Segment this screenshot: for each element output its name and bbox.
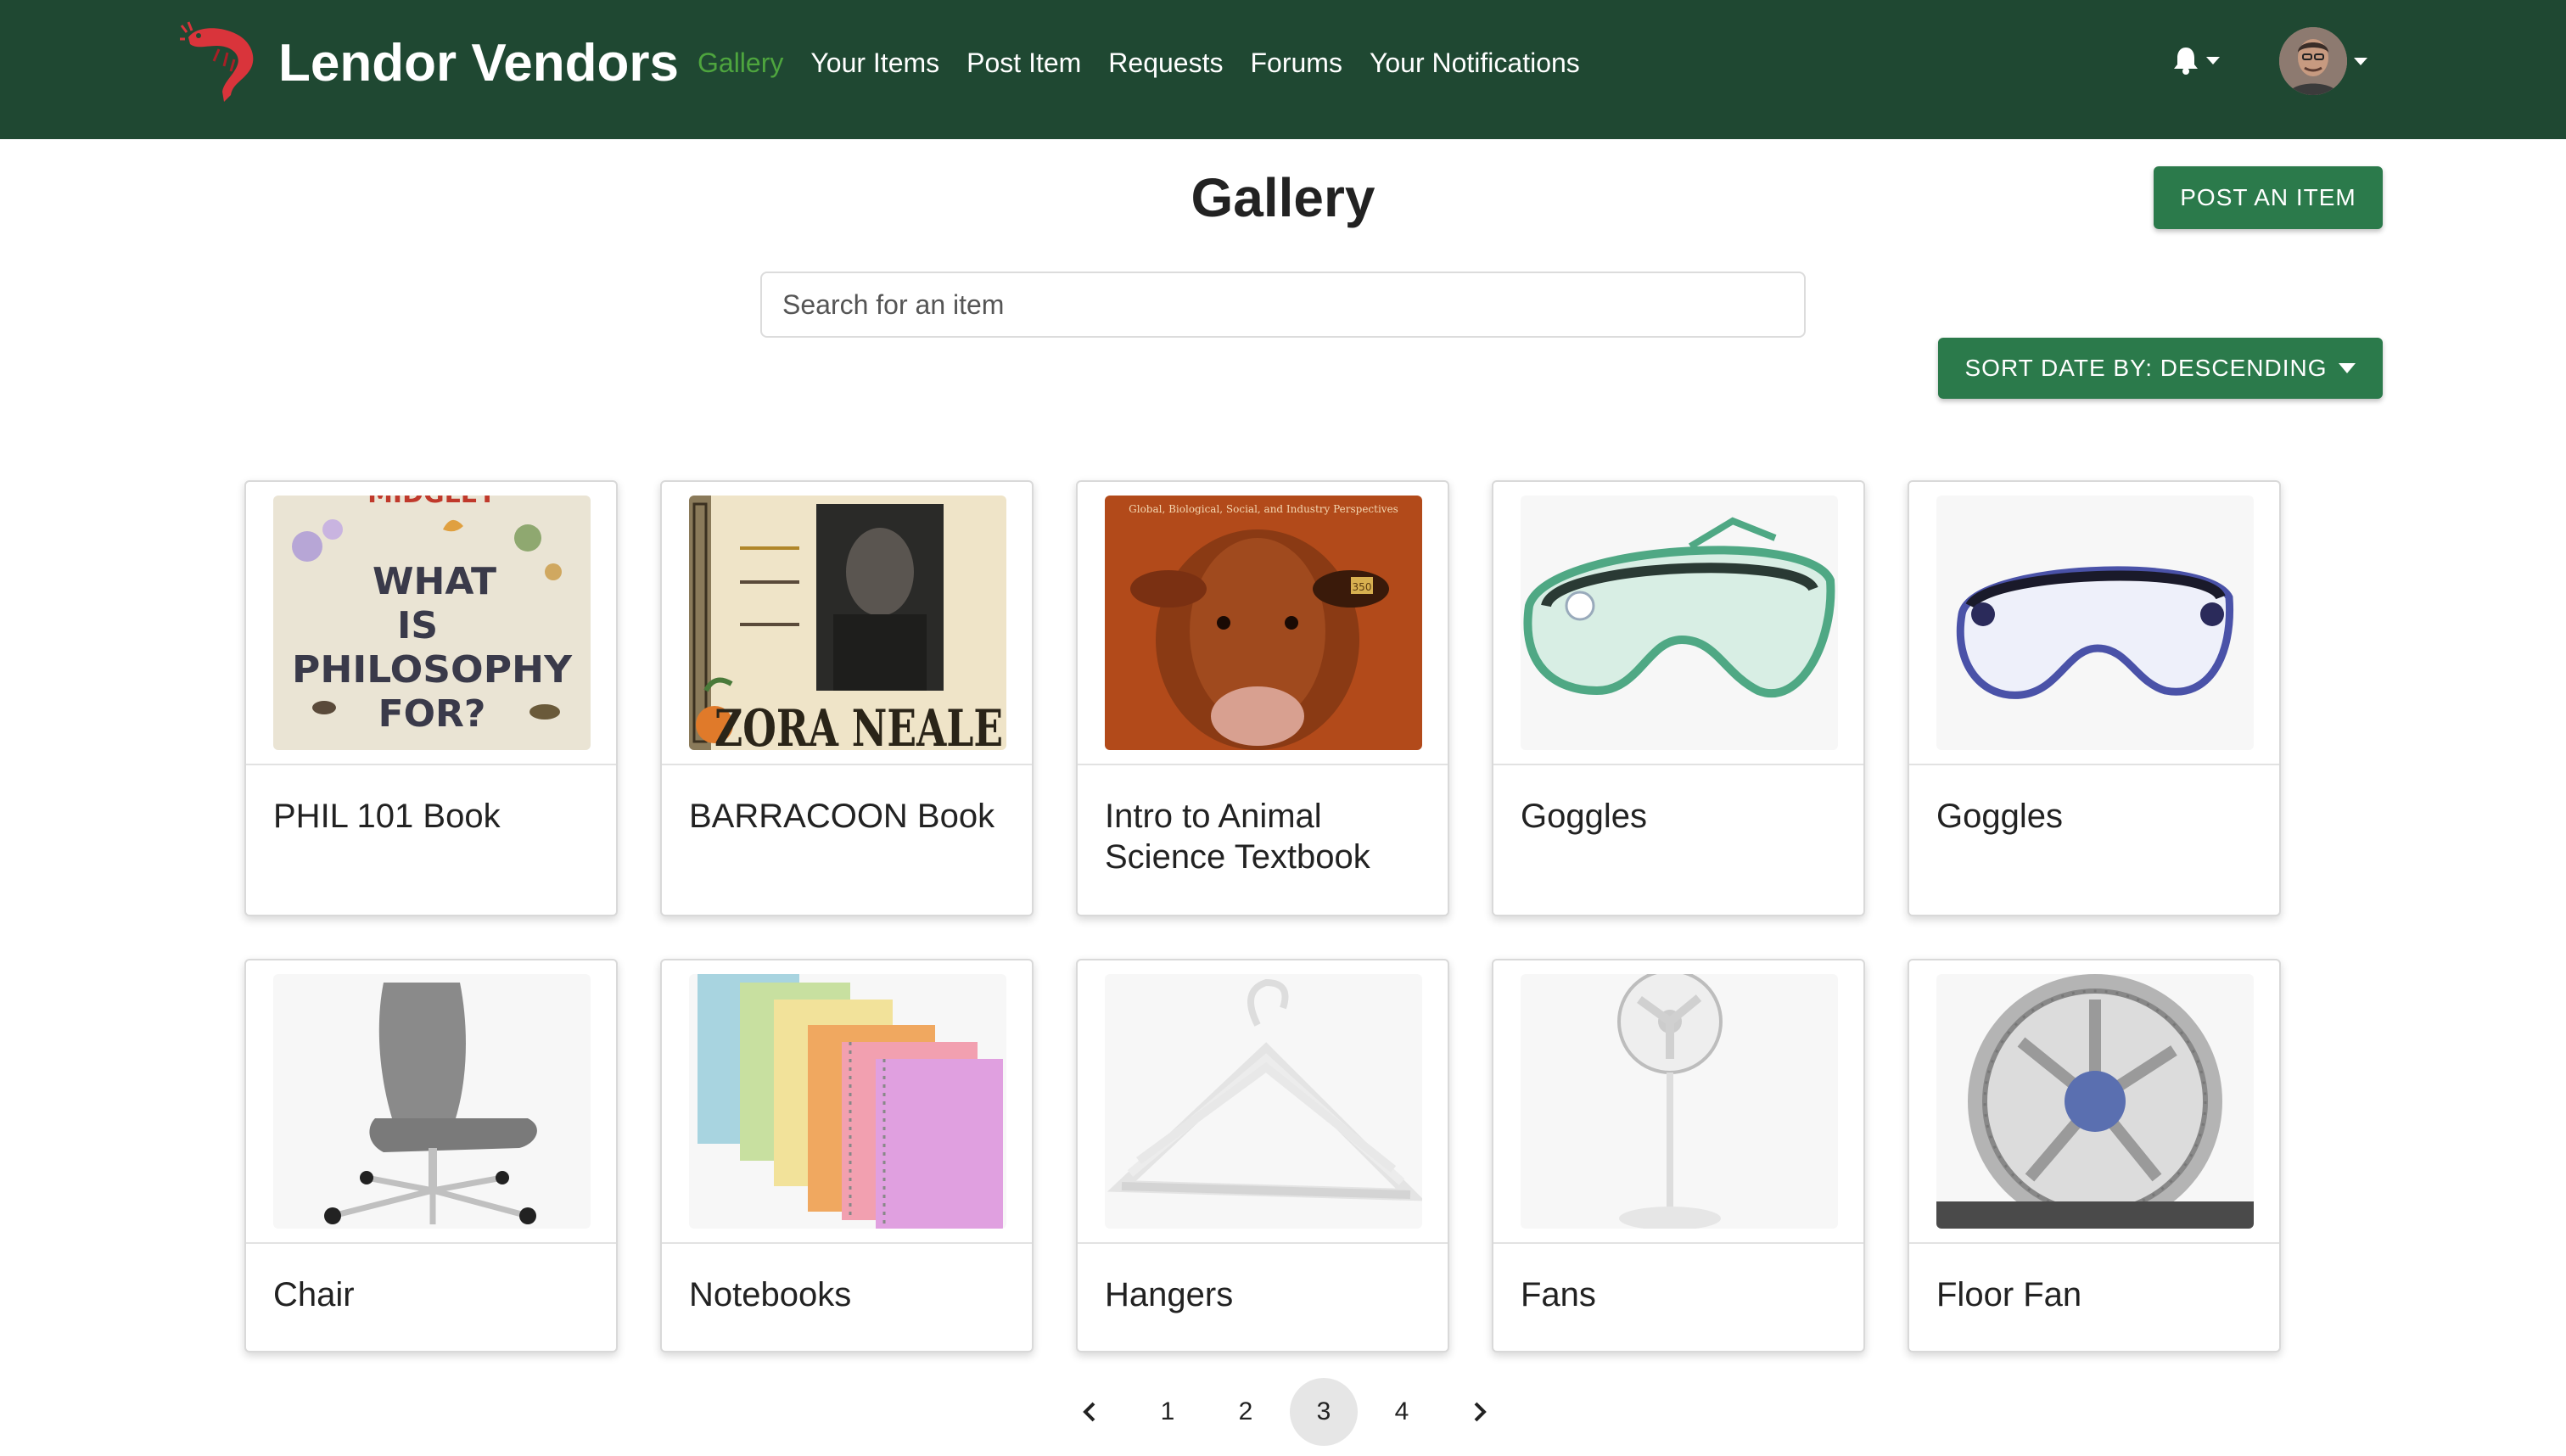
chevron-down-icon	[2206, 56, 2220, 64]
item-card[interactable]: MIDGLEY WHAT IS PHILOSOPHY FOR? PHIL 101…	[244, 480, 618, 916]
avatar	[2279, 27, 2347, 95]
book-cover-image: MIDGLEY WHAT IS PHILOSOPHY FOR?	[273, 496, 591, 750]
goggles-image	[1936, 496, 2254, 750]
nav-link-requests[interactable]: Requests	[1108, 44, 1223, 81]
notebooks-image	[689, 974, 1006, 1229]
item-card[interactable]: Goggles	[1908, 480, 2281, 916]
textbook-cover-image: Global, Biological, Social, and Industry…	[1105, 496, 1422, 750]
caret-down-icon	[2339, 363, 2356, 373]
page-3-button[interactable]: 3	[1290, 1378, 1358, 1446]
brand[interactable]: Lendor Vendors	[180, 20, 679, 105]
user-menu[interactable]	[2279, 27, 2367, 95]
brand-name: Lendor Vendors	[278, 33, 679, 92]
card-divider	[1493, 1242, 1863, 1244]
item-card[interactable]: Hangers	[1076, 959, 1449, 1352]
bell-icon	[2174, 48, 2198, 75]
svg-text:MIDGLEY: MIDGLEY	[367, 496, 497, 509]
chevron-down-icon	[2354, 57, 2367, 65]
notifications-dropdown[interactable]	[2172, 46, 2220, 75]
page-4-button[interactable]: 4	[1368, 1378, 1436, 1446]
item-title: Floor Fan	[1936, 1276, 2082, 1313]
navbar: Lendor Vendors Gallery Your Items Post I…	[0, 0, 2566, 139]
card-divider	[1909, 1242, 2279, 1244]
nav-links: Gallery Your Items Post Item Requests Fo…	[698, 44, 1607, 81]
item-title: Goggles	[1936, 798, 2063, 835]
item-card[interactable]: Floor Fan	[1908, 959, 2281, 1352]
chevron-right-icon	[1474, 1402, 1487, 1422]
goggles-image	[1521, 496, 1838, 750]
card-divider	[246, 764, 616, 765]
page-1-button[interactable]: 1	[1134, 1378, 1202, 1446]
sort-label: SORT DATE BY: DESCENDING	[1964, 355, 2328, 381]
nav-link-your-items[interactable]: Your Items	[810, 44, 939, 81]
item-title: Intro to Animal Science Textbook	[1105, 798, 1370, 876]
item-title: Goggles	[1521, 798, 1647, 835]
svg-text:Global, Biological, Social, an: Global, Biological, Social, and Industry…	[1129, 503, 1398, 515]
pedestal-fan-image	[1521, 974, 1838, 1229]
item-title: Fans	[1521, 1276, 1596, 1313]
item-card[interactable]: Notebooks	[660, 959, 1034, 1352]
card-divider	[1078, 764, 1448, 765]
item-title: BARRACOON Book	[689, 798, 995, 835]
next-page-button[interactable]	[1446, 1378, 1514, 1446]
sort-date-dropdown[interactable]: SORT DATE BY: DESCENDING	[1938, 338, 2383, 399]
svg-text:FOR?: FOR?	[378, 692, 486, 736]
pagination: 1 2 3 4	[1056, 1378, 1524, 1446]
item-title: Hangers	[1105, 1276, 1234, 1313]
chair-image	[273, 974, 591, 1229]
item-card[interactable]: Chair	[244, 959, 618, 1352]
post-item-button[interactable]: POST AN ITEM	[2154, 166, 2383, 229]
hangers-image	[1105, 974, 1422, 1229]
svg-text:WHAT: WHAT	[373, 560, 496, 603]
card-divider	[1078, 1242, 1448, 1244]
card-divider	[662, 1242, 1032, 1244]
item-title: Notebooks	[689, 1276, 852, 1313]
floor-fan-image	[1936, 974, 2254, 1229]
search-input[interactable]	[760, 272, 1806, 338]
card-divider	[246, 1242, 616, 1244]
item-card[interactable]: Goggles	[1492, 480, 1865, 916]
nav-link-forums[interactable]: Forums	[1250, 44, 1342, 81]
svg-text:IS: IS	[397, 604, 438, 647]
card-divider	[662, 764, 1032, 765]
chevron-left-icon	[1083, 1402, 1095, 1422]
nav-link-post-item[interactable]: Post Item	[966, 44, 1081, 81]
item-card[interactable]: Global, Biological, Social, and Industry…	[1076, 480, 1449, 916]
page-2-button[interactable]: 2	[1212, 1378, 1280, 1446]
svg-text:ZORA NEALE: ZORA NEALE	[714, 699, 1003, 750]
prev-page-button[interactable]	[1056, 1378, 1123, 1446]
svg-text:350: 350	[1353, 581, 1372, 593]
book-cover-image: ZORA NEALE	[689, 496, 1006, 750]
card-divider	[1493, 764, 1863, 765]
shrimp-logo-icon	[180, 21, 254, 102]
card-divider	[1909, 764, 2279, 765]
item-card[interactable]: Fans	[1492, 959, 1865, 1352]
item-card[interactable]: ZORA NEALE BARRACOON Book	[660, 480, 1034, 916]
item-title: PHIL 101 Book	[273, 798, 501, 835]
nav-link-gallery[interactable]: Gallery	[698, 44, 783, 81]
nav-link-your-notifications[interactable]: Your Notifications	[1370, 44, 1580, 81]
user-photo	[2279, 27, 2347, 95]
item-title: Chair	[273, 1276, 355, 1313]
svg-text:PHILOSOPHY: PHILOSOPHY	[292, 648, 573, 692]
